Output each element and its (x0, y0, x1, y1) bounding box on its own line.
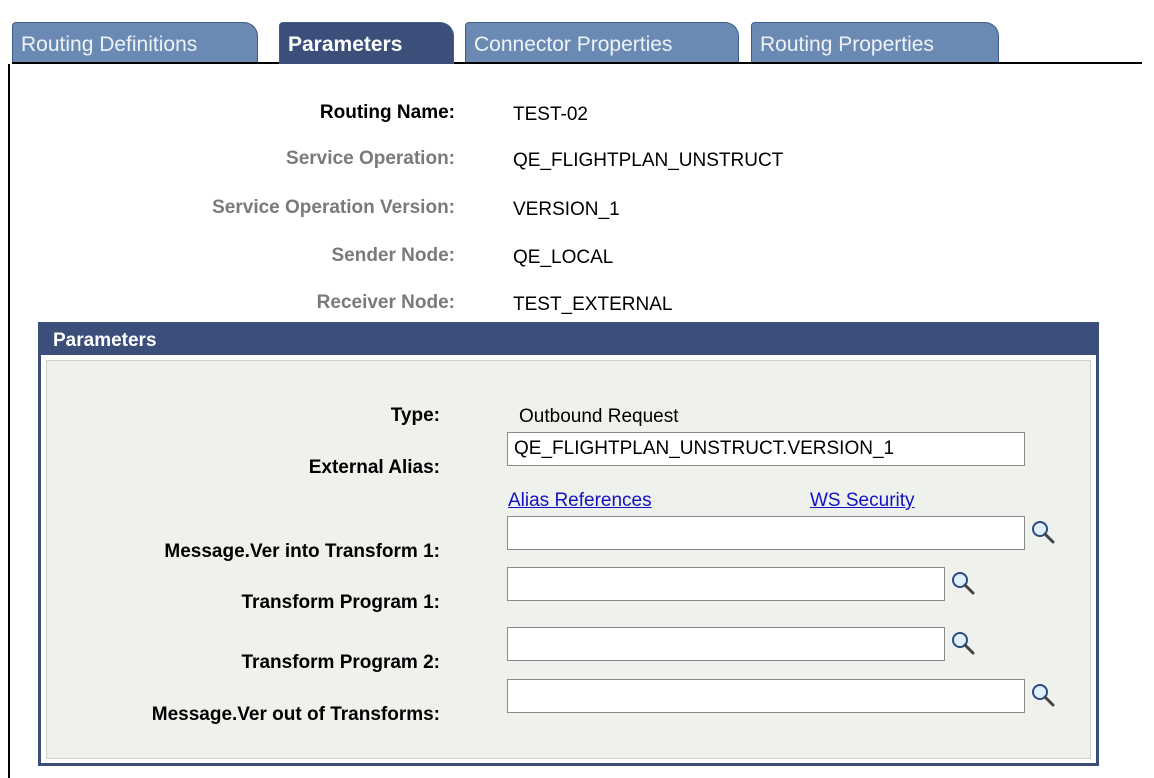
service-operation-version-label: Service Operation Version: (212, 197, 455, 218)
type-label: Type: (390, 405, 440, 426)
transform-program-1-input[interactable] (507, 567, 945, 601)
tab-bar: Routing Definitions Parameters Connector… (12, 22, 1142, 64)
service-operation-row: Service Operation: QE_FLIGHTPLAN_UNSTRUC… (0, 142, 1154, 176)
service-operation-value: QE_FLIGHTPLAN_UNSTRUCT (513, 150, 784, 171)
message-ver-out-of-transforms-label: Message.Ver out of Transforms: (151, 704, 440, 725)
sender-node-row: Sender Node: QE_LOCAL (0, 239, 1154, 273)
transform-program-2-label: Transform Program 2: (241, 652, 441, 673)
message-ver-into-transform-1-label: Message.Ver into Transform 1: (164, 541, 440, 562)
message-ver-out-of-transforms-input[interactable] (507, 679, 1025, 713)
transform-program-1-label: Transform Program 1: (241, 592, 441, 613)
type-value: Outbound Request (519, 406, 679, 427)
magnifier-lookup-icon[interactable] (1030, 682, 1056, 708)
tab-connector-properties[interactable]: Connector Properties (465, 22, 739, 62)
transform-program-2-input[interactable] (507, 627, 945, 661)
parameters-panel-title: Parameters (41, 325, 1096, 355)
service-operation-label: Service Operation: (286, 148, 455, 169)
magnifier-lookup-icon[interactable] (950, 630, 976, 656)
parameters-panel: Parameters Type: Outbound Request Extern… (38, 322, 1099, 766)
magnifier-lookup-icon[interactable] (1030, 519, 1056, 545)
magnifier-lookup-icon[interactable] (950, 570, 976, 596)
service-operation-version-row: Service Operation Version: VERSION_1 (0, 191, 1154, 225)
routing-name-value: TEST-02 (513, 104, 588, 125)
sender-node-label: Sender Node: (331, 245, 455, 266)
routing-name-label: Routing Name: (319, 102, 455, 123)
alias-references-link[interactable]: Alias References (508, 490, 652, 512)
tab-routing-properties[interactable]: Routing Properties (751, 22, 999, 62)
receiver-node-row: Receiver Node: TEST_EXTERNAL (0, 286, 1154, 320)
routing-name-row: Routing Name: TEST-02 (0, 96, 1154, 130)
receiver-node-value: TEST_EXTERNAL (513, 294, 673, 315)
tab-parameters[interactable]: Parameters (279, 22, 454, 64)
tab-routing-definitions[interactable]: Routing Definitions (12, 22, 258, 62)
ws-security-link[interactable]: WS Security (810, 490, 915, 512)
receiver-node-label: Receiver Node: (316, 292, 455, 313)
parameters-panel-body: Type: Outbound Request External Alias: Q… (46, 360, 1091, 759)
message-ver-into-transform-1-input[interactable] (507, 516, 1025, 550)
external-alias-label: External Alias: (308, 457, 440, 478)
sender-node-value: QE_LOCAL (513, 247, 614, 268)
service-operation-version-value: VERSION_1 (513, 199, 620, 220)
external-alias-input[interactable]: QE_FLIGHTPLAN_UNSTRUCT.VERSION_1 (507, 432, 1025, 466)
